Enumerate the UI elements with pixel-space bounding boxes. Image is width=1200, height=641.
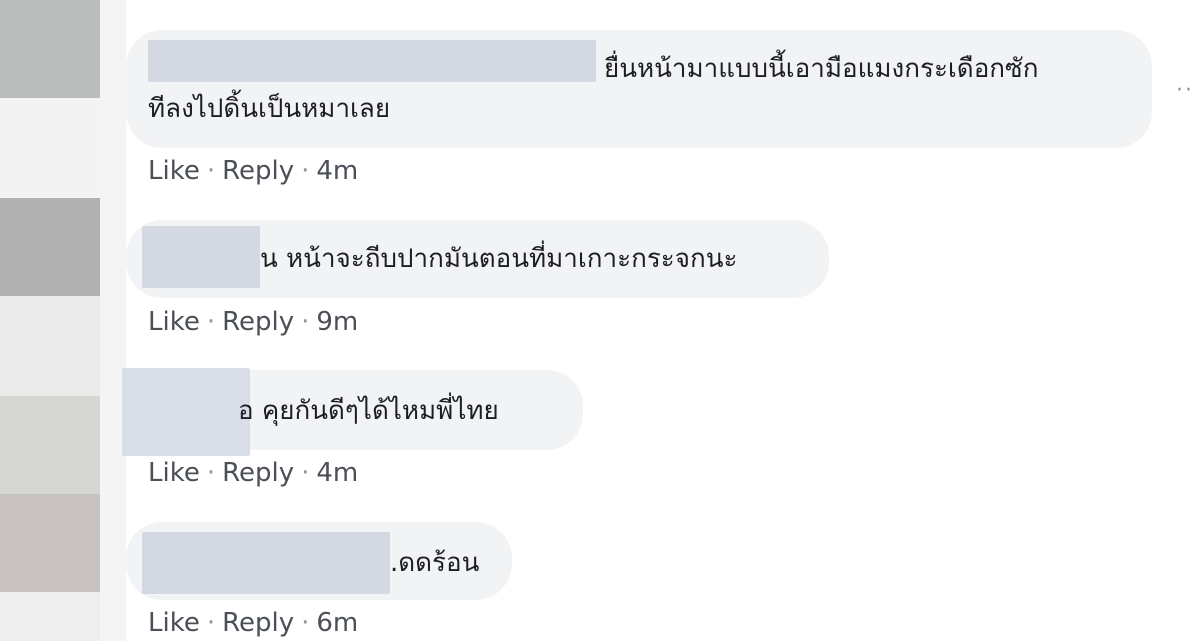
- separator: ·: [206, 608, 216, 638]
- timestamp[interactable]: 4m: [316, 458, 358, 488]
- redacted-author-name[interactable]: [122, 368, 250, 456]
- comment-text: น หน้าจะถีบปากมันตอนที่มาเกาะกระจกนะ: [260, 244, 738, 274]
- separator: ·: [301, 458, 310, 488]
- avatar-gap: [0, 98, 100, 198]
- avatar-edge: [100, 0, 126, 641]
- separator: ·: [206, 156, 216, 186]
- avatar-gap: [0, 592, 100, 641]
- timestamp[interactable]: 4m: [316, 156, 358, 186]
- separator: ·: [301, 608, 310, 638]
- separator: ·: [301, 156, 310, 186]
- redacted-author-name[interactable]: [142, 532, 390, 594]
- comment-text: ยื่นหน้ามาแบบนี้เอามือแมงกระเดือกซัก: [604, 54, 1039, 84]
- avatar[interactable]: [0, 396, 100, 494]
- comment-actions: Like · Reply · 9m: [148, 307, 358, 337]
- reply-link[interactable]: Reply: [222, 156, 294, 186]
- reply-link[interactable]: Reply: [222, 608, 294, 638]
- like-link[interactable]: Like: [148, 458, 200, 488]
- redacted-author-name[interactable]: [142, 226, 260, 288]
- more-options-icon[interactable]: ··: [1176, 78, 1194, 103]
- comment-actions: Like · Reply · 4m: [148, 458, 358, 488]
- reply-link[interactable]: Reply: [222, 458, 294, 488]
- like-link[interactable]: Like: [148, 307, 200, 337]
- timestamp[interactable]: 6m: [316, 608, 358, 638]
- comment-bubble: อ คุยกันดีๆได้ไหมพี่ไทย: [122, 368, 583, 456]
- comment-bubble: .ดดร้อน: [126, 522, 512, 600]
- like-link[interactable]: Like: [148, 156, 200, 186]
- comment-thread: ยื่นหน้ามาแบบนี้เอามือแมงกระเดือกซัก ทีล…: [0, 0, 1200, 641]
- comment-text: อ คุยกันดีๆได้ไหมพี่ไทย: [238, 396, 499, 426]
- comment-bubble: น หน้าจะถีบปากมันตอนที่มาเกาะกระจกนะ: [126, 220, 829, 298]
- avatar-gap: [0, 296, 100, 396]
- timestamp[interactable]: 9m: [316, 307, 358, 337]
- avatar[interactable]: [0, 198, 100, 296]
- separator: ·: [301, 307, 310, 337]
- separator: ·: [206, 307, 216, 337]
- redacted-author-name[interactable]: [148, 40, 596, 82]
- comment-actions: Like · Reply · 6m: [148, 608, 358, 638]
- like-link[interactable]: Like: [148, 608, 200, 638]
- avatar[interactable]: [0, 0, 100, 98]
- reply-link[interactable]: Reply: [222, 307, 294, 337]
- comment-text: ทีลงไปดิ้นเป็นหมาเลย: [148, 94, 391, 124]
- separator: ·: [206, 458, 216, 488]
- avatar[interactable]: [0, 494, 100, 592]
- comment-actions: Like · Reply · 4m: [148, 156, 358, 186]
- comment-text: .ดดร้อน: [390, 548, 480, 578]
- comment-bubble: ยื่นหน้ามาแบบนี้เอามือแมงกระเดือกซัก ทีล…: [126, 30, 1152, 148]
